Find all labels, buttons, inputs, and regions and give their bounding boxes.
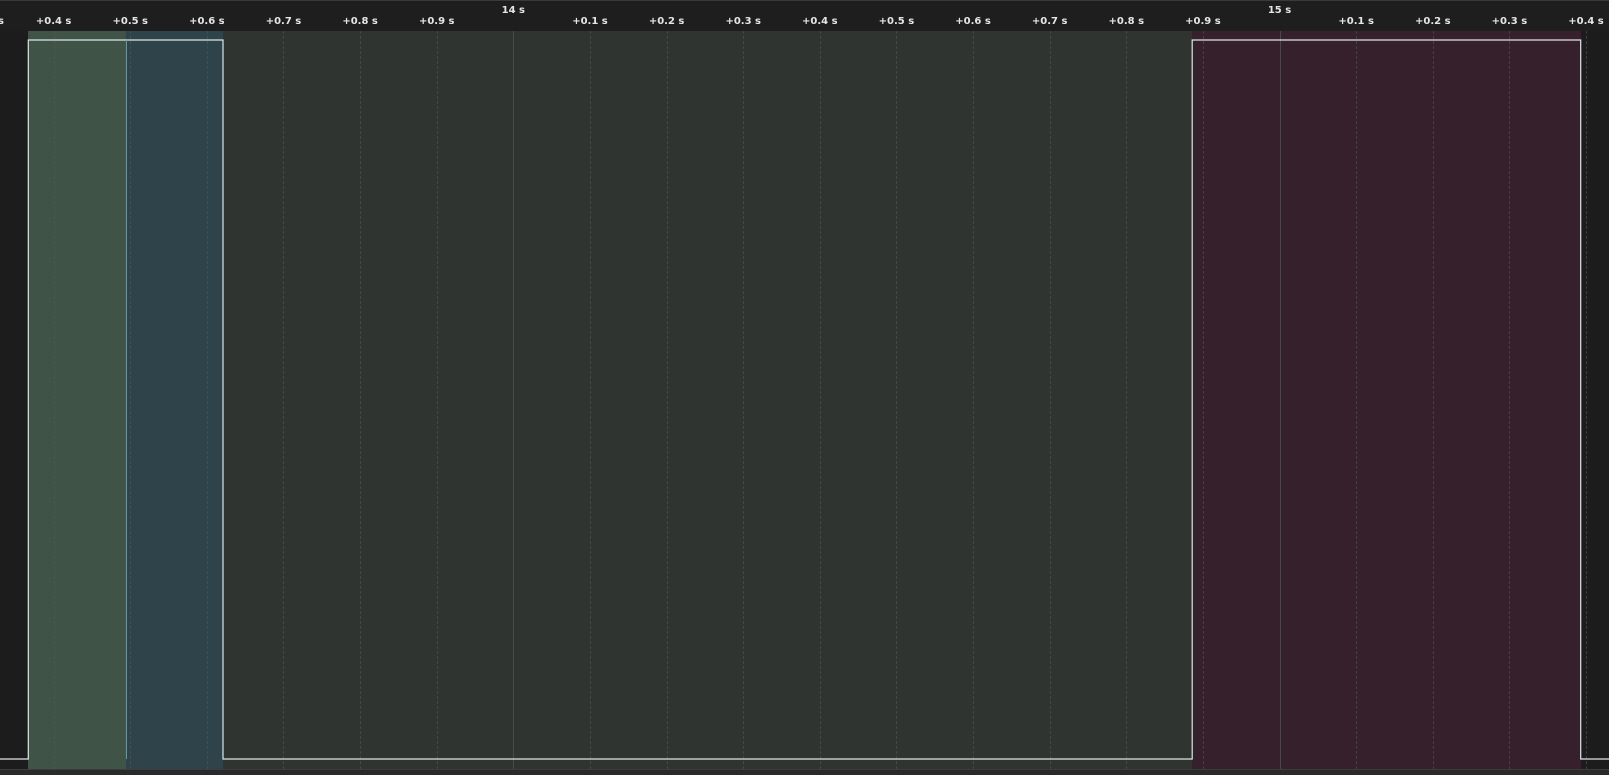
waveform-viewer: s +0.4 s +0.5 s +0.6 s +0.7 s +0.8 s +0.9 s +0.…: [0, 0, 1609, 775]
signal-trace: [0, 39, 1609, 760]
horizontal-scrollbar[interactable]: [0, 769, 1609, 775]
signal-waveform: [0, 39, 1609, 760]
